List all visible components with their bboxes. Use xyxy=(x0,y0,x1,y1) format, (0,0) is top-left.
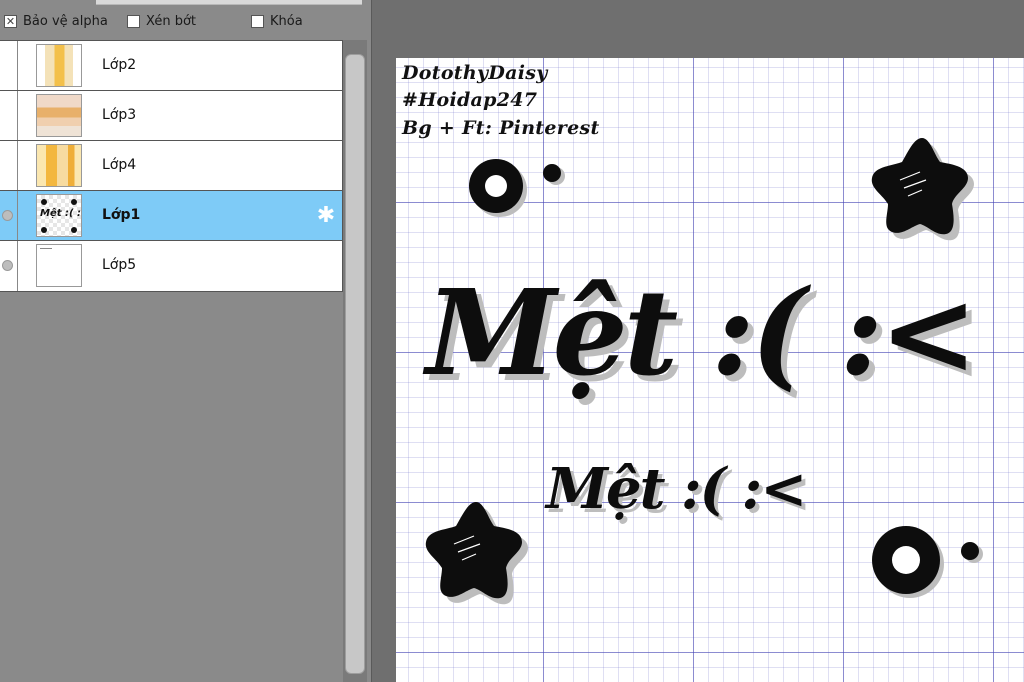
lettering-small: Mệt :( :< xyxy=(546,456,807,522)
layer-name: Lớp4 xyxy=(102,157,137,173)
ring-icon xyxy=(872,526,983,598)
thumb-star-icon xyxy=(71,199,77,205)
visibility-toggle[interactable] xyxy=(0,41,18,90)
lettering-large: Mệt :( :< xyxy=(426,263,978,402)
layer-row-lop2[interactable]: Lớp2 xyxy=(0,41,342,91)
clipping-checkbox[interactable] xyxy=(127,15,140,28)
clipping-option[interactable]: Xén bớt xyxy=(127,14,196,29)
clipping-label: Xén bớt xyxy=(146,14,196,29)
credit-hashtag: #Hoidap247 xyxy=(402,89,538,111)
layer-thumbnail xyxy=(36,144,82,187)
credit-author: DotothyDaisy xyxy=(402,62,548,84)
visibility-dot-icon[interactable] xyxy=(2,260,13,271)
visibility-toggle[interactable] xyxy=(0,141,18,190)
scrollbar-thumb[interactable] xyxy=(345,54,365,674)
thumb-ring-icon xyxy=(41,199,47,205)
alpha-protect-checkbox[interactable]: ✕ xyxy=(4,15,17,28)
visibility-dot-icon[interactable] xyxy=(2,210,13,221)
lock-label: Khóa xyxy=(270,14,303,29)
layer-thumbnail xyxy=(36,44,82,87)
credit-source: Bg + Ft: Pinterest xyxy=(402,117,600,139)
visibility-toggle[interactable] xyxy=(0,91,18,140)
layer-name: Lớp1 xyxy=(102,207,141,223)
star-icon xyxy=(871,138,974,241)
drawing-canvas[interactable]: DotothyDaisy #Hoidap247 Bg + Ft: Pintere… xyxy=(396,58,1024,682)
thumb-ring-icon xyxy=(71,227,77,233)
star-icon xyxy=(425,502,528,605)
thumb-star-icon xyxy=(41,227,47,233)
layer-row-lop3[interactable]: Lớp3 xyxy=(0,91,342,141)
visibility-toggle[interactable] xyxy=(0,241,18,291)
layer-list: Lớp2 Lớp3 Lớp4 Mệt :( :< Lớp1 ✱ xyxy=(0,40,343,292)
layer-name: Lớp2 xyxy=(102,57,137,73)
layer-thumbnail xyxy=(36,244,82,287)
layer-name: Lớp3 xyxy=(102,107,137,123)
layer-settings-gear-icon[interactable]: ✱ xyxy=(314,204,338,228)
layer-options-bar: ✕ Bảo vệ alpha Xén bớt Khóa xyxy=(0,6,372,38)
ring-icon xyxy=(469,159,565,217)
lock-checkbox[interactable] xyxy=(251,15,264,28)
lock-option[interactable]: Khóa xyxy=(251,14,303,29)
alpha-protect-option[interactable]: ✕ Bảo vệ alpha xyxy=(4,14,108,29)
layer-thumbnail: Mệt :( :< xyxy=(36,194,82,237)
layer-row-lop1[interactable]: Mệt :( :< Lớp1 ✱ xyxy=(0,191,342,241)
layer-panel-scrollbar[interactable] xyxy=(343,40,367,682)
panel-tab-edge xyxy=(96,0,362,5)
canvas-workspace[interactable]: DotothyDaisy #Hoidap247 Bg + Ft: Pintere… xyxy=(372,0,1024,682)
layer-row-lop4[interactable]: Lớp4 xyxy=(0,141,342,191)
alpha-protect-label: Bảo vệ alpha xyxy=(23,14,108,29)
layer-name: Lớp5 xyxy=(102,257,137,273)
layer-panel: ✕ Bảo vệ alpha Xén bớt Khóa Lớp2 Lớp3 Lớ… xyxy=(0,0,372,682)
layer-row-lop5[interactable]: Lớp5 xyxy=(0,241,342,291)
thumb-line xyxy=(40,248,52,249)
visibility-toggle[interactable] xyxy=(0,191,18,240)
thumb-text: Mệt :( :< xyxy=(40,208,82,219)
layer-thumbnail xyxy=(36,94,82,137)
